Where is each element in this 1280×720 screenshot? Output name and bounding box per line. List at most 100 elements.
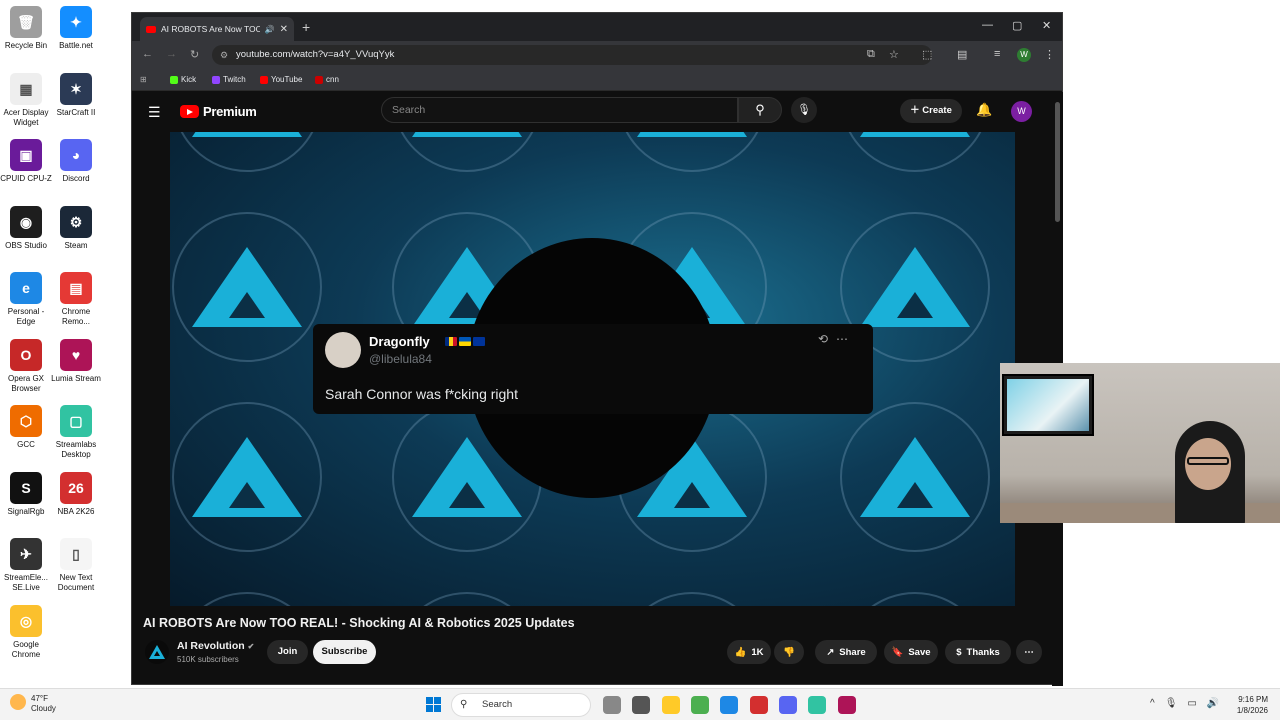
- taskbar-widgets-icon[interactable]: [632, 696, 650, 714]
- bookmark-star-icon[interactable]: ☆: [889, 48, 899, 61]
- install-app-icon[interactable]: ⧉: [867, 48, 875, 61]
- tweet-card: Dragonfly @libelula84 ⟲⋯ Sarah Connor wa…: [313, 324, 873, 414]
- youtube-logo[interactable]: Premium: [180, 104, 257, 119]
- tweet-text: Sarah Connor was f*cking right: [325, 386, 518, 402]
- forward-icon[interactable]: →: [166, 48, 177, 60]
- desktop-icon[interactable]: ▣ CPUID CPU-Z: [0, 139, 52, 184]
- taskbar-file-explorer-icon[interactable]: [662, 696, 680, 714]
- clock[interactable]: 9:16 PM 1/8/2026: [1224, 694, 1268, 716]
- thanks-button[interactable]: $ Thanks: [945, 640, 1011, 664]
- tab-strip: AI ROBOTS Are Now TOO R 🔊 ✕ + — ▢ ✕: [132, 13, 1062, 41]
- minimize-icon[interactable]: —: [982, 19, 993, 31]
- tab-active[interactable]: AI ROBOTS Are Now TOO R 🔊 ✕: [140, 17, 294, 41]
- weather-widget[interactable]: 47°F Cloudy: [10, 694, 56, 714]
- site-info-icon[interactable]: ⚙: [220, 45, 228, 65]
- hamburger-menu-icon[interactable]: ☰: [148, 104, 161, 121]
- desktop-icon[interactable]: ▯ New Text Document: [50, 538, 102, 593]
- profile-avatar[interactable]: W: [1017, 48, 1031, 62]
- desktop-icon[interactable]: ▢ Streamlabs Desktop: [50, 405, 102, 460]
- maximize-icon[interactable]: ▢: [1012, 19, 1022, 32]
- desktop-icon[interactable]: ⚙ Steam: [50, 205, 102, 251]
- taskbar-chrome-icon[interactable]: [691, 696, 709, 714]
- address-bar[interactable]: ⚙ youtube.com/watch?v=a4Y_VVuqYyk: [212, 45, 932, 65]
- scroll-thumb[interactable]: [1055, 102, 1060, 222]
- desktop-app-icon: ✶: [60, 72, 92, 105]
- youtube-favicon-icon: [146, 25, 156, 33]
- join-button[interactable]: Join: [267, 640, 308, 664]
- taskbar-search[interactable]: ⚲ Search: [451, 693, 591, 717]
- bookmark-icon: 🔖: [891, 646, 904, 658]
- desktop-icon-label: CPUID CPU-Z: [0, 174, 52, 183]
- desktop-icon-label: SignalRgb: [7, 506, 45, 516]
- apps-grid-icon[interactable]: ⊞: [140, 75, 147, 84]
- taskbar-streamlabs-icon[interactable]: [808, 696, 826, 714]
- share-button[interactable]: ↗ Share: [815, 640, 877, 664]
- url-text: youtube.com/watch?v=a4Y_VVuqYyk: [236, 49, 395, 60]
- extensions-icon[interactable]: ⬚: [922, 48, 932, 61]
- split-view-icon[interactable]: ▤: [957, 48, 967, 61]
- channel-avatar[interactable]: [145, 640, 169, 664]
- more-actions-button[interactable]: ⋯: [1016, 640, 1042, 664]
- system-tray[interactable]: ^🎙▭🔊: [1150, 698, 1229, 709]
- desktop-app-icon: ▦: [10, 72, 42, 105]
- search-input[interactable]: Search: [381, 97, 738, 123]
- subscribe-button[interactable]: Subscribe: [313, 640, 376, 664]
- account-avatar[interactable]: W: [1011, 101, 1032, 122]
- desktop-icon[interactable]: ✈ StreamEle... SE.Live: [0, 538, 52, 593]
- logo-ring: [617, 592, 767, 606]
- desktop-icon[interactable]: S SignalRgb: [0, 471, 52, 517]
- bookmark-cnn[interactable]: cnn: [315, 75, 339, 84]
- dislike-button[interactable]: 👎: [774, 640, 804, 664]
- taskbar-task-view-icon[interactable]: [603, 696, 621, 714]
- taskbar-edge-icon[interactable]: [720, 696, 738, 714]
- desktop-icon[interactable]: ▤ Chrome Remo...: [50, 272, 102, 327]
- create-button[interactable]: ＋ Create: [900, 99, 962, 123]
- voice-search-button[interactable]: 🎙: [791, 97, 817, 123]
- logo-triangle-hole: [897, 482, 933, 508]
- bookmark-favicon-icon: [315, 75, 323, 84]
- close-window-icon[interactable]: ✕: [1042, 19, 1051, 32]
- video-player[interactable]: Dragonfly @libelula84 ⟲⋯ Sarah Connor wa…: [170, 132, 1015, 606]
- search-button[interactable]: ⚲: [738, 97, 782, 123]
- taskbar-discord-icon[interactable]: [779, 696, 797, 714]
- desktop-icon[interactable]: 26 NBA 2K26: [50, 471, 102, 517]
- desktop-icon[interactable]: ⬡ GCC: [0, 405, 52, 450]
- desktop-icon[interactable]: 🗑 Recycle Bin: [0, 6, 52, 51]
- desktop-icon[interactable]: O Opera GX Browser: [0, 338, 52, 394]
- like-button[interactable]: 👍 1K: [727, 640, 771, 664]
- desktop-icon[interactable]: ◉ OBS Studio: [0, 205, 52, 251]
- desktop-icon[interactable]: e Personal - Edge: [0, 272, 52, 327]
- new-tab-icon[interactable]: +: [302, 19, 310, 35]
- desktop-icon-label: Battle.net: [59, 41, 93, 50]
- desktop-icon[interactable]: ◕ Discord: [50, 139, 102, 184]
- taskbar-lumia-icon[interactable]: [838, 696, 856, 714]
- media-icon[interactable]: ≡: [994, 48, 1000, 60]
- reload-icon[interactable]: ↻: [190, 48, 199, 61]
- desktop-icon[interactable]: ♥ Lumia Stream: [50, 338, 102, 384]
- speaker-icon[interactable]: 🔊: [265, 25, 275, 34]
- bookmark-youtube[interactable]: YouTube: [260, 75, 302, 84]
- start-button[interactable]: [426, 697, 441, 712]
- logo-text: Premium: [203, 104, 257, 119]
- more-menu-icon[interactable]: ⋮: [1044, 48, 1055, 61]
- desktop-app-icon: e: [10, 272, 42, 304]
- channel-name[interactable]: AI Revolution ✔: [177, 640, 254, 652]
- share-label: Share: [839, 646, 866, 658]
- webcam-overlay: [1000, 363, 1280, 523]
- desktop-app-icon: ▤: [60, 272, 92, 304]
- desktop-icon[interactable]: ▦ Acer Display Widget: [0, 72, 52, 128]
- desktop-icon[interactable]: ◎ Google Chrome: [0, 604, 52, 660]
- bookmark-twitch[interactable]: Twitch: [212, 75, 246, 84]
- youtube-play-icon: [180, 105, 199, 118]
- desktop-app-icon: ✈: [10, 538, 42, 570]
- back-icon[interactable]: ←: [142, 48, 153, 60]
- desktop-icon[interactable]: ✶ StarCraft II: [50, 72, 102, 118]
- save-button[interactable]: 🔖 Save: [884, 640, 938, 664]
- bookmark-kick[interactable]: Kick: [170, 75, 196, 84]
- close-tab-icon[interactable]: ✕: [280, 24, 288, 35]
- desktop-icon[interactable]: ✦ Battle.net: [50, 6, 102, 51]
- logo-triangle: [412, 132, 522, 137]
- notifications-bell-icon[interactable]: 🔔: [976, 102, 992, 118]
- desktop-icon-label: StarCraft II: [56, 107, 96, 117]
- taskbar-opera-icon[interactable]: [750, 696, 768, 714]
